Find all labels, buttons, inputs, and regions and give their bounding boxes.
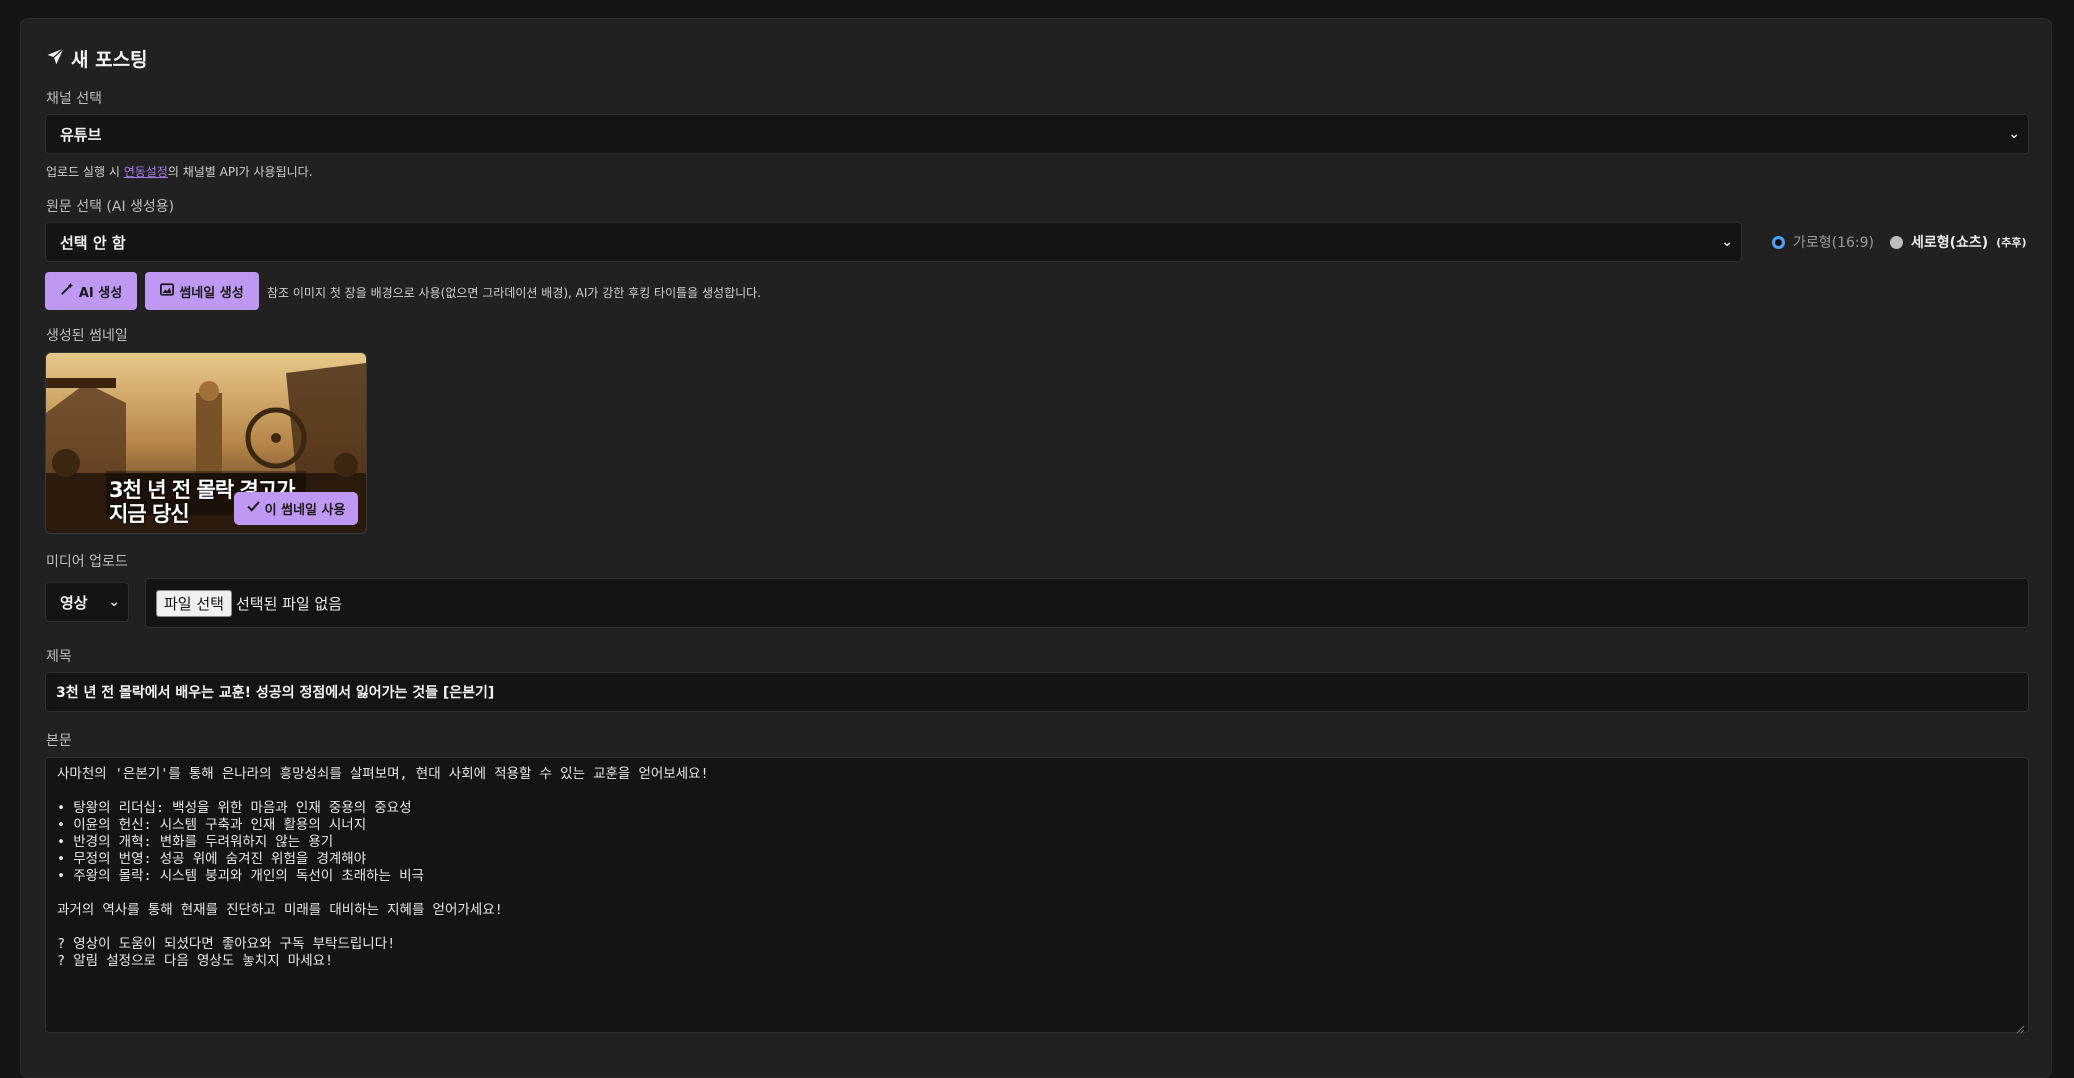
channel-label: 채널 선택 bbox=[46, 91, 102, 107]
integration-settings-link[interactable]: 연동설정 bbox=[124, 165, 168, 179]
check-icon bbox=[246, 501, 260, 516]
use-thumbnail-button[interactable]: 이 썸네일 사용 bbox=[234, 492, 358, 525]
orientation-landscape-option[interactable]: 가로형(16:9) bbox=[1772, 232, 1874, 252]
file-status: 선택된 파일 없음 bbox=[235, 594, 343, 613]
orientation-portrait-option[interactable]: 세로형(쇼츠) (추후) bbox=[1890, 232, 2027, 252]
radio-checked-icon[interactable] bbox=[1772, 235, 1785, 249]
media-label: 미디어 업로드 bbox=[46, 554, 128, 570]
channel-select-value: 유튜브 bbox=[60, 125, 102, 144]
file-upload-field[interactable]: 파일 선택 선택된 파일 없음 bbox=[145, 578, 2029, 628]
media-type-value: 영상 bbox=[60, 593, 88, 612]
chevron-down-icon: ⌄ bbox=[108, 594, 120, 610]
thumbnail-hint: 참조 이미지 첫 장을 배경으로 사용(없으면 그라데이션 배경), AI가 강… bbox=[267, 286, 762, 300]
ai-generate-button[interactable]: AI 생성 bbox=[45, 272, 137, 310]
post-title-label: 제목 bbox=[46, 649, 72, 665]
media-type-select[interactable]: 영상 ⌄ bbox=[45, 582, 129, 622]
source-select[interactable]: 선택 안 함 ⌄ bbox=[45, 222, 1742, 262]
body-label: 본문 bbox=[46, 733, 72, 749]
thumbnail-label: 생성된 썸네일 bbox=[46, 328, 128, 344]
page-title-text: 새 포스팅 bbox=[71, 49, 148, 71]
radio-unchecked-icon[interactable] bbox=[1890, 235, 1903, 249]
post-title-input[interactable]: 3천 년 전 몰락에서 배우는 교훈! 성공의 정점에서 잃어가는 것들 [은본… bbox=[45, 672, 2029, 712]
thumbnail-generate-button[interactable]: 썸네일 생성 bbox=[145, 272, 259, 310]
source-select-value: 선택 안 함 bbox=[60, 233, 126, 252]
thumbnail-preview: 3천 년 전 몰락 경고가 지금 당신 이 썸네일 사용 bbox=[45, 352, 367, 534]
image-icon bbox=[160, 282, 175, 300]
channel-select[interactable]: 유튜브 ⌄ bbox=[45, 114, 2029, 154]
page-title: 새 포스팅 bbox=[46, 45, 148, 72]
body-textarea[interactable]: 사마천의 '은본기'를 통해 은나라의 흥망성쇠를 살펴보며, 현대 사회에 적… bbox=[45, 757, 2029, 1033]
resize-handle-icon[interactable] bbox=[2015, 1019, 2025, 1034]
source-label: 원문 선택 (AI 생성용) bbox=[46, 199, 175, 215]
thumbnail-overlay-line2: 지금 당신 bbox=[109, 502, 190, 526]
chevron-down-icon: ⌄ bbox=[1721, 234, 1733, 250]
new-post-panel: 새 포스팅 채널 선택 유튜브 ⌄ 업로드 실행 시 연동설정의 채널별 API… bbox=[20, 18, 2052, 1078]
magic-wand-icon bbox=[60, 282, 74, 300]
file-choose-button[interactable]: 파일 선택 bbox=[156, 589, 232, 617]
paper-plane-icon bbox=[46, 47, 65, 71]
channel-hint: 업로드 실행 시 연동설정의 채널별 API가 사용됩니다. bbox=[46, 165, 313, 179]
chevron-down-icon: ⌄ bbox=[2008, 126, 2020, 142]
